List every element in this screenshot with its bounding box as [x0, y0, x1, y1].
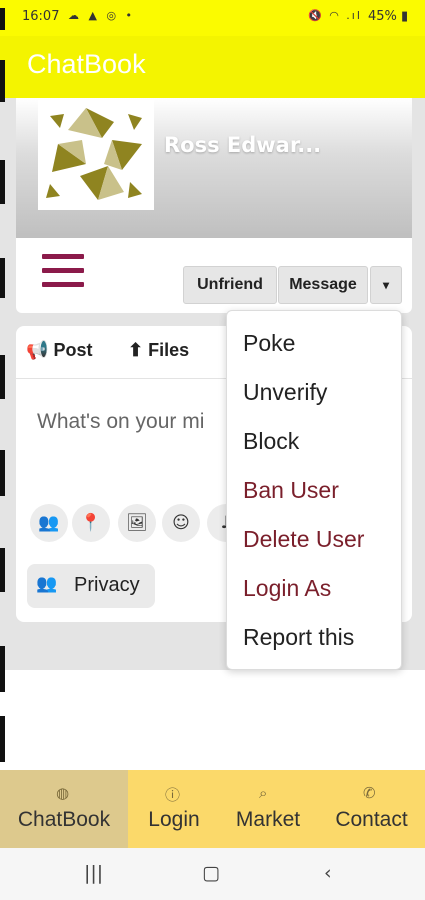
chevron-down-icon: ▾: [382, 278, 390, 292]
status-time: 16:07: [22, 9, 60, 24]
globe-icon: ◍: [56, 784, 70, 802]
nav-item-chatbook[interactable]: ChatBook: [0, 808, 128, 832]
nav-item-login[interactable]: Login: [128, 808, 220, 832]
recent-apps-icon[interactable]: |||: [84, 862, 103, 884]
group-icon[interactable]: 👥: [30, 504, 68, 542]
notification-icons: ☁ ▲ ◎ •: [68, 9, 136, 22]
back-icon[interactable]: ‹: [324, 862, 332, 884]
megaphone-icon: 📢: [26, 340, 49, 360]
location-icon[interactable]: 📍: [72, 504, 110, 542]
menu-item-login-as[interactable]: Login As: [243, 575, 331, 602]
avatar-pattern-icon: [38, 100, 154, 210]
avatar[interactable]: [38, 100, 154, 210]
tab-post[interactable]: 📢 Post: [26, 340, 92, 361]
menu-icon[interactable]: [42, 254, 84, 290]
unfriend-button[interactable]: Unfriend: [183, 266, 277, 304]
signal-icons: 🔇 ◠ .ıl: [308, 9, 362, 22]
group-icon: 👥: [36, 574, 58, 594]
nav-item-market[interactable]: Market: [220, 808, 316, 832]
menu-item-block[interactable]: Block: [243, 428, 299, 455]
nav-item-contact[interactable]: Contact: [318, 808, 425, 832]
upload-icon: ⬆: [128, 340, 144, 360]
battery-level: 45% ▮: [368, 9, 409, 24]
menu-item-unverify[interactable]: Unverify: [243, 379, 327, 406]
home-icon[interactable]: ▢: [202, 862, 220, 884]
profile-name[interactable]: Ross Edwar...: [164, 133, 321, 157]
more-options-button[interactable]: ▾: [370, 266, 402, 304]
image-icon[interactable]: 🖼: [118, 504, 156, 542]
smiley-icon[interactable]: ☺: [162, 504, 200, 542]
tab-files[interactable]: ⬆ Files: [128, 340, 189, 361]
search-icon: ⌕: [259, 784, 268, 802]
content-bottom-area: [0, 670, 425, 770]
phone-icon: ✆: [363, 784, 376, 802]
menu-item-ban-user[interactable]: Ban User: [243, 477, 339, 504]
menu-item-poke[interactable]: Poke: [243, 330, 295, 357]
privacy-label: Privacy: [74, 574, 140, 596]
menu-item-delete-user[interactable]: Delete User: [243, 526, 364, 553]
message-button[interactable]: Message: [278, 266, 368, 304]
user-circle-icon: ⓘ: [165, 786, 181, 804]
post-text-input[interactable]: What's on your mi: [37, 410, 204, 434]
app-title[interactable]: ChatBook: [27, 49, 146, 80]
left-edge-decoration: [0, 0, 6, 770]
menu-item-report[interactable]: Report this: [243, 624, 354, 651]
